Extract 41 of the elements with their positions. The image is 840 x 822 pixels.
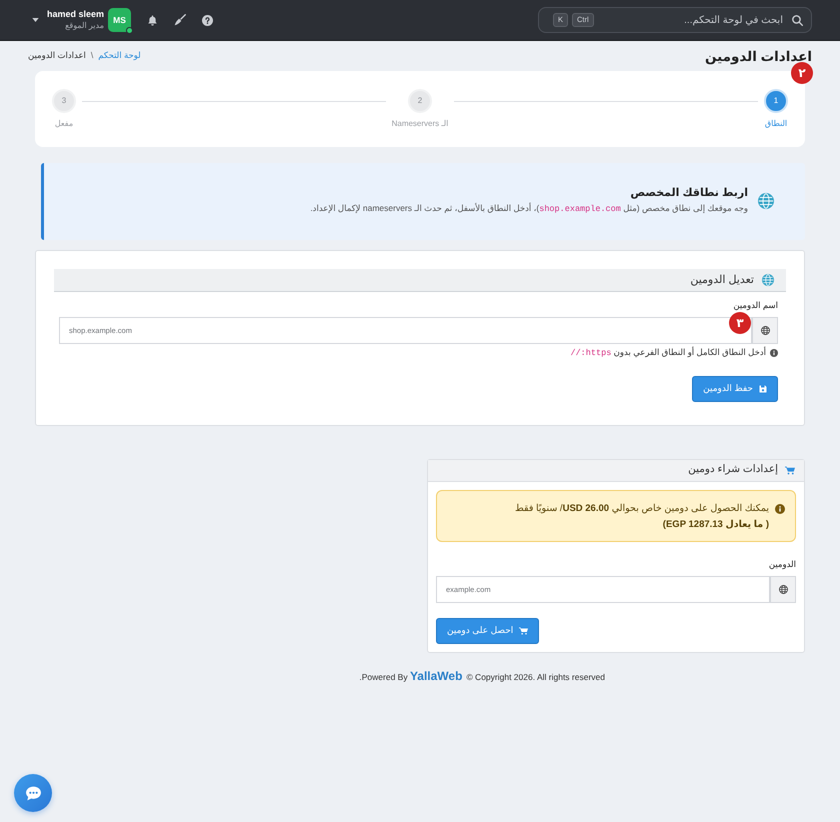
credit-text: Powered By YallaWeb .: [359, 668, 462, 684]
brand-link[interactable]: YallaWeb: [410, 668, 462, 683]
globe-icon: [760, 326, 770, 335]
get-domain-button[interactable]: احصل على دومين: [436, 618, 540, 644]
avatar: MS: [108, 8, 132, 32]
info-title: اربط نطاقك المخصص: [629, 186, 748, 200]
step-label: النطاق: [764, 119, 788, 129]
step-label: الـ Nameservers: [392, 119, 448, 129]
help-icon[interactable]: [202, 14, 214, 26]
notice-note: ( ما يعادل EGP 1287.13): [662, 518, 769, 532]
globe-icon: [762, 274, 774, 286]
card-title: إعدادات شراء دومين: [688, 462, 778, 478]
search-input[interactable]: ابحث في لوحة التحكم...: [602, 12, 783, 28]
speech-bubble-icon: [24, 784, 42, 802]
step-circle[interactable]: 1: [764, 89, 788, 114]
annotation-marker: ٢: [791, 62, 813, 84]
user-role: مدير الموقع: [64, 20, 104, 31]
bell-icon[interactable]: [147, 14, 158, 26]
info-icon: [775, 504, 785, 514]
field-label: اسم الدومين: [733, 300, 778, 310]
info-icon: [770, 349, 778, 358]
annotation-marker: ٣: [729, 312, 751, 334]
copyright-text: © Copyright 2026. All rights reserved: [466, 670, 605, 684]
step-circle[interactable]: 2: [408, 89, 432, 114]
globe-icon: [758, 193, 774, 210]
cart-icon: [519, 626, 528, 635]
card-title: تعديل الدومين: [690, 272, 754, 288]
breadcrumb-current: اعدادات الدومين: [28, 50, 86, 60]
search-icon[interactable]: [792, 14, 803, 26]
brush-icon[interactable]: [174, 14, 186, 26]
save-button[interactable]: حفظ الدومين: [692, 376, 778, 402]
chat-button[interactable]: [14, 774, 52, 812]
cart-icon: [785, 466, 795, 475]
step-label: مفعل: [54, 119, 74, 129]
field-label: الدومين: [768, 558, 796, 569]
globe-icon: [778, 584, 788, 594]
breadcrumb-link[interactable]: لوحة التحكم: [98, 50, 141, 60]
caret-icon[interactable]: [32, 18, 39, 22]
step-circle[interactable]: 3: [52, 89, 76, 114]
user-name: hamed sleem: [47, 9, 104, 21]
breadcrumb-separator: \: [90, 50, 94, 60]
